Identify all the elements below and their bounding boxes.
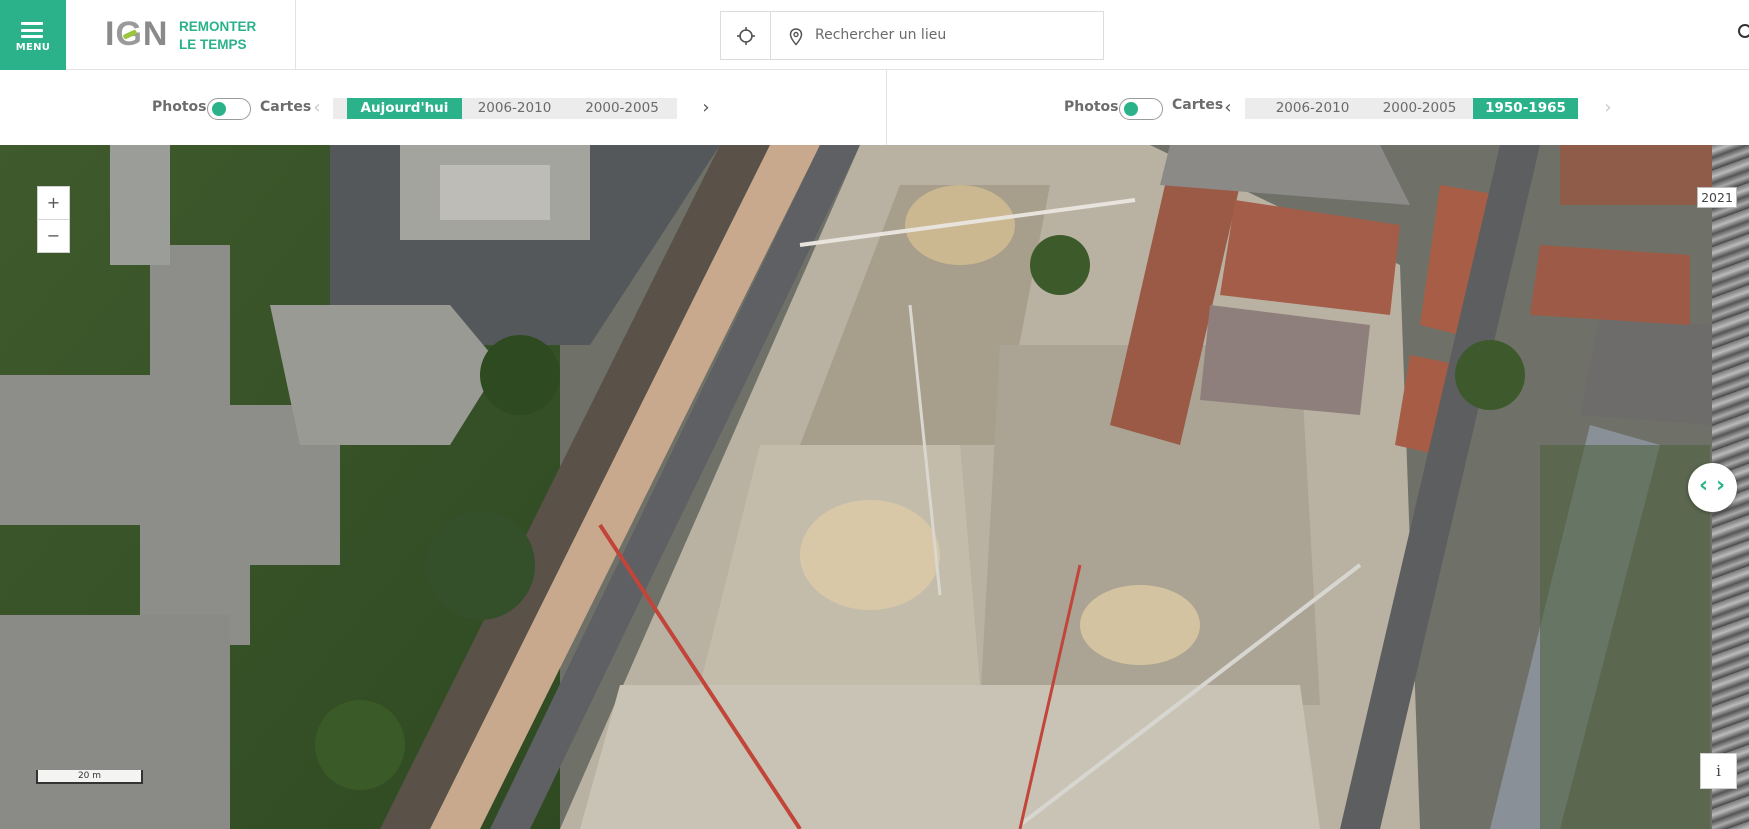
- app-title-line1: REMONTER: [179, 19, 257, 34]
- location-pin-icon: [789, 28, 803, 46]
- zoom-out-button[interactable]: −: [38, 219, 69, 251]
- period-2006-2010[interactable]: 2006-2010: [462, 98, 567, 119]
- scale-label: 20 m: [77, 771, 102, 781]
- info-button[interactable]: i: [1700, 753, 1737, 789]
- app-title-line2: LE TEMPS: [179, 37, 247, 52]
- photos-label: Photos: [1064, 99, 1119, 115]
- chevron-left-icon[interactable]: ‹: [309, 96, 325, 120]
- app-title: REMONTER LE TEMPS: [179, 18, 256, 54]
- chevron-right-icon[interactable]: ›: [1600, 96, 1616, 120]
- toggle-knob: [1124, 102, 1138, 116]
- app-logo[interactable]: IGN REMONTER LE TEMPS: [66, 0, 296, 70]
- period-2000-2005[interactable]: 2000-2005: [1366, 98, 1473, 119]
- left-layer-controls: Photos Cartes ‹ Aujourd'hui 2006-2010 20…: [0, 70, 887, 145]
- period-1950-1965[interactable]: 1950-1965: [1473, 98, 1578, 119]
- chevron-right-icon[interactable]: ›: [698, 96, 714, 120]
- crosshair-icon: [737, 27, 755, 45]
- toggle-knob: [212, 102, 226, 116]
- chevron-left-icon: ‹: [1699, 473, 1709, 498]
- map-view[interactable]: + − 2021 ‹ › i 20 m: [0, 145, 1749, 829]
- search-box: [720, 11, 1104, 60]
- scale-bar: 20 m: [36, 770, 143, 790]
- swipe-handle[interactable]: ‹ ›: [1688, 463, 1737, 512]
- geolocate-button[interactable]: [721, 12, 771, 59]
- period-today[interactable]: Aujourd'hui: [347, 98, 462, 119]
- ign-logo: IGN: [105, 15, 169, 53]
- photos-label: Photos: [152, 99, 207, 115]
- photos-cartes-toggle[interactable]: [1119, 98, 1163, 120]
- period-2006-2010[interactable]: 2006-2010: [1259, 98, 1366, 119]
- photos-cartes-toggle[interactable]: [207, 98, 251, 120]
- menu-label: MENU: [15, 42, 51, 53]
- menu-button[interactable]: MENU: [0, 0, 66, 70]
- top-header: MENU IGN REMONTER LE TEMPS: [0, 0, 1749, 70]
- hamburger-icon: [21, 22, 43, 38]
- search-icon[interactable]: [1738, 24, 1749, 38]
- chevron-left-icon[interactable]: ‹: [1220, 96, 1236, 120]
- chevron-right-icon: ›: [1716, 473, 1726, 498]
- cartes-label: Cartes: [260, 99, 312, 115]
- aerial-photo: [0, 145, 1749, 829]
- year-badge: 2021: [1697, 187, 1737, 208]
- period-selector: Aujourd'hui 2006-2010 2000-2005: [333, 98, 677, 119]
- cartes-label: Cartes: [1172, 97, 1224, 113]
- period-2000-2005[interactable]: 2000-2005: [567, 98, 677, 119]
- zoom-control: + −: [37, 186, 70, 253]
- right-layer-controls: Photos Cartes ‹ 2006-2010 2000-2005 1950…: [887, 70, 1749, 145]
- zoom-in-button[interactable]: +: [38, 187, 69, 219]
- period-selector: 2006-2010 2000-2005 1950-1965: [1245, 98, 1578, 119]
- search-input[interactable]: [815, 20, 1095, 50]
